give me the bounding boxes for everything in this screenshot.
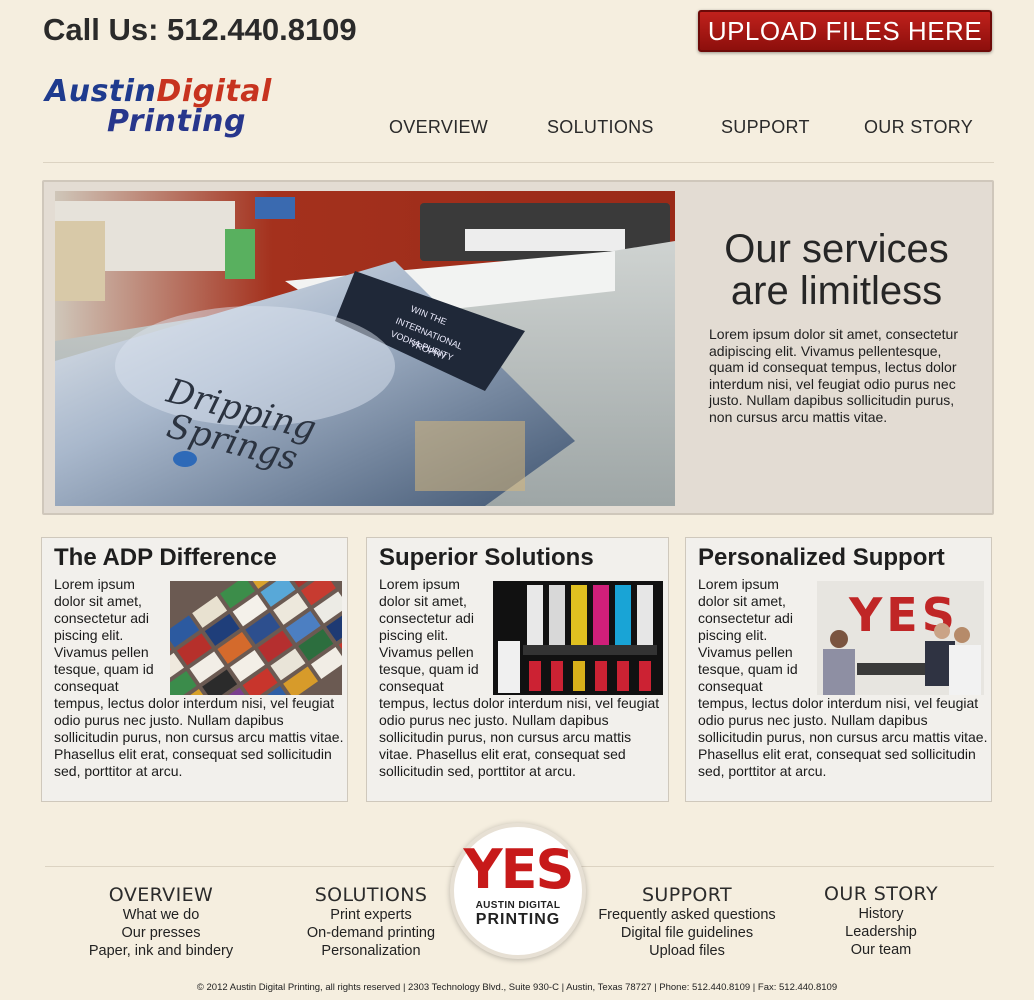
hero-printer-photo: WIN THE INTERNATIONAL VODKA PURITY TROPH…: [55, 191, 675, 506]
hero-banner: WIN THE INTERNATIONAL VODKA PURITY TROPH…: [42, 180, 994, 515]
phone-number: Call Us: 512.440.8109: [43, 12, 357, 47]
footer-col-our-story: OUR STORY History Leadership Our team: [815, 883, 947, 959]
footer-heading[interactable]: OUR STORY: [815, 883, 947, 905]
yes-seal-badge: YES AUSTIN DIGITAL PRINTING: [450, 823, 586, 959]
main-nav: OVERVIEW SOLUTIONS SUPPORT OUR STORY: [0, 117, 1034, 141]
feature-personalized-support: Personalized Support YES Lorem ipsum dol…: [685, 537, 992, 802]
feature-title: The ADP Difference: [54, 544, 277, 571]
nav-support[interactable]: SUPPORT: [721, 117, 810, 138]
footer-link[interactable]: Digital file guidelines: [594, 924, 780, 942]
footer-link[interactable]: Paper, ink and bindery: [72, 942, 250, 960]
feature-superior-solutions: Superior Solutions Lorem ipsum dolor sit…: [366, 537, 669, 802]
feature-adp-difference: The ADP Difference Lorem ipsum dolor sit…: [41, 537, 348, 802]
hero-title: Our services are limitless: [724, 227, 949, 313]
footer-link[interactable]: History: [815, 905, 947, 923]
feature-title: Personalized Support: [698, 544, 945, 571]
footer-col-solutions: SOLUTIONS Print experts On-demand printi…: [291, 884, 451, 960]
footer-heading[interactable]: SOLUTIONS: [291, 884, 451, 906]
footer-heading[interactable]: OVERVIEW: [72, 884, 250, 906]
nav-solutions[interactable]: SOLUTIONS: [547, 117, 654, 138]
footer-link[interactable]: Frequently asked questions: [594, 906, 780, 924]
footer-heading[interactable]: SUPPORT: [594, 884, 780, 906]
upload-files-button[interactable]: UPLOAD FILES HERE: [698, 10, 992, 52]
header-divider: [43, 162, 994, 163]
footer-link[interactable]: Upload files: [594, 942, 780, 960]
footer-col-overview: OVERVIEW What we do Our presses Paper, i…: [72, 884, 250, 960]
footer-link[interactable]: Our team: [815, 941, 947, 959]
footer-link[interactable]: Leadership: [815, 923, 947, 941]
footer-col-support: SUPPORT Frequently asked questions Digit…: [594, 884, 780, 960]
footer-link[interactable]: Personalization: [291, 942, 451, 960]
business-cards-photo: [170, 581, 342, 695]
nav-overview[interactable]: OVERVIEW: [389, 117, 488, 138]
footer-link[interactable]: Print experts: [291, 906, 451, 924]
footer-link[interactable]: Our presses: [72, 924, 250, 942]
copyright-bar: © 2012 Austin Digital Printing, all righ…: [196, 982, 838, 993]
footer-link[interactable]: On-demand printing: [291, 924, 451, 942]
footer-link[interactable]: What we do: [72, 906, 250, 924]
ink-cartridges-photo: [493, 581, 663, 695]
nav-our-story[interactable]: OUR STORY: [864, 117, 973, 138]
hero-description: Lorem ipsum dolor sit amet, consectetur …: [709, 326, 958, 425]
support-meeting-photo: YES: [817, 581, 984, 695]
feature-title: Superior Solutions: [379, 544, 594, 571]
